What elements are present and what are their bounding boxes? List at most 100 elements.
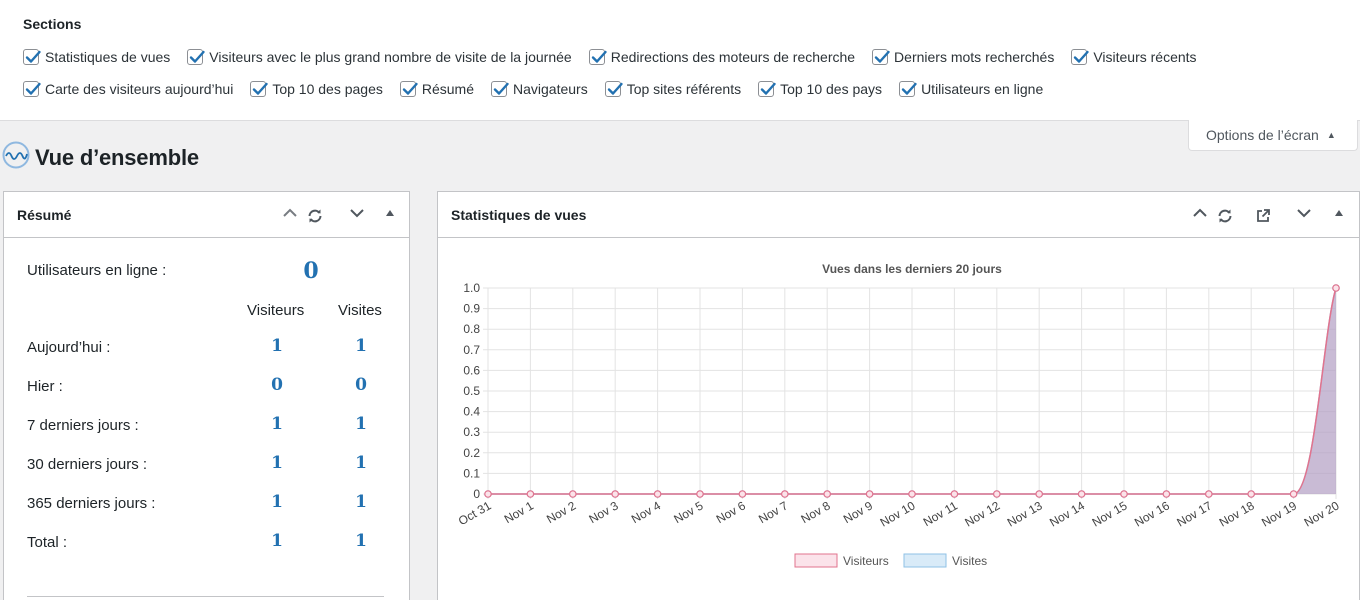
- section-option[interactable]: Top 10 des pages: [250, 81, 383, 97]
- summary-row-label: 30 derniers jours :: [27, 456, 148, 473]
- section-option-label: Navigateurs: [513, 81, 588, 97]
- legend-label: Visites: [952, 554, 987, 568]
- x-tick-label: Nov 1: [502, 498, 536, 526]
- checkbox-checked[interactable]: [588, 49, 607, 65]
- section-option[interactable]: Derniers mots recherchés: [872, 49, 1054, 65]
- section-option-label: Résumé: [421, 81, 474, 97]
- section-option[interactable]: Utilisateurs en ligne: [899, 81, 1043, 97]
- section-option[interactable]: Statistiques de vues: [23, 49, 170, 65]
- section-option[interactable]: Redirections des moteurs de recherche: [588, 49, 856, 65]
- x-tick-label: Nov 19: [1259, 498, 1299, 529]
- visits-column-header: Visites: [338, 302, 382, 319]
- checkbox-checked[interactable]: [23, 49, 41, 65]
- checkbox-checked[interactable]: [872, 49, 890, 65]
- y-tick-label: 0.2: [463, 446, 480, 460]
- visits-value[interactable]: 1: [341, 414, 381, 434]
- checkbox-checked[interactable]: [758, 81, 776, 97]
- x-tick-label: Nov 20: [1302, 498, 1342, 529]
- section-option[interactable]: Résumé: [399, 81, 474, 97]
- visitors-value[interactable]: 1: [257, 336, 297, 356]
- collapse-button[interactable]: [1328, 202, 1350, 224]
- visitors-value[interactable]: 1: [257, 453, 297, 473]
- section-option-label: Redirections des moteurs de recherche: [610, 49, 856, 65]
- data-point: [992, 490, 1001, 498]
- data-point: [526, 490, 535, 498]
- data-point: [569, 490, 577, 498]
- visits-value[interactable]: 0: [341, 375, 381, 395]
- y-tick-label: 0.3: [463, 425, 480, 439]
- summary-divider: [27, 596, 384, 597]
- chevron-up-icon: [1193, 208, 1207, 217]
- visits-value[interactable]: 1: [341, 492, 381, 512]
- visitors-value[interactable]: 1: [257, 414, 297, 434]
- refresh-button[interactable]: [304, 205, 326, 227]
- checkbox-checked[interactable]: [399, 81, 418, 97]
- summary-row-label: Hier :: [27, 378, 63, 395]
- online-users-value[interactable]: 0: [291, 258, 331, 284]
- refresh-button[interactable]: [1214, 205, 1236, 227]
- checkbox-checked[interactable]: [23, 81, 41, 97]
- wave-logo-icon: [2, 141, 30, 174]
- data-point: [1162, 490, 1171, 498]
- x-tick-label: Nov 12: [962, 498, 1002, 529]
- y-tick-label: 0.4: [463, 405, 480, 419]
- checkbox-checked[interactable]: [1071, 49, 1090, 65]
- move-up-button[interactable]: [1189, 202, 1211, 224]
- visitors-value[interactable]: 1: [257, 531, 297, 551]
- visits-value[interactable]: 1: [341, 336, 381, 356]
- checkbox-checked[interactable]: [187, 49, 205, 65]
- section-option[interactable]: Visiteurs avec le plus grand nombre de v…: [187, 49, 572, 65]
- sections-row-2: Carte des visiteurs aujourd’hui Top 10 de…: [23, 81, 1060, 97]
- x-tick-label: Nov 15: [1090, 498, 1130, 529]
- visitors-column-header: Visiteurs: [247, 302, 305, 319]
- refresh-icon: [1218, 209, 1232, 223]
- x-tick-label: Nov 6: [714, 498, 748, 526]
- visitors-value[interactable]: 1: [257, 492, 297, 512]
- visitors-value[interactable]: 0: [257, 375, 297, 395]
- data-point: [1120, 490, 1128, 498]
- triangle-up-icon: [386, 210, 394, 216]
- visits-value[interactable]: 1: [341, 531, 381, 551]
- visits-value[interactable]: 1: [341, 453, 381, 473]
- section-option-label: Top 10 des pages: [272, 81, 383, 97]
- section-option[interactable]: Top 10 des pays: [758, 81, 882, 97]
- sections-row-1: Statistiques de vues Visiteurs avec le pl…: [23, 49, 1214, 65]
- page-heading: Vue d’ensemble: [2, 141, 199, 174]
- summary-title: Résumé: [17, 207, 72, 223]
- y-tick-label: 0: [473, 487, 480, 501]
- x-tick-label: Nov 4: [629, 498, 663, 526]
- y-tick-label: 0.7: [463, 343, 480, 357]
- section-option[interactable]: Visiteurs récents: [1071, 49, 1197, 65]
- online-users-label: Utilisateurs en ligne :: [27, 262, 167, 279]
- sections-title: Sections: [23, 16, 82, 32]
- legend-label: Visiteurs: [843, 554, 889, 568]
- section-option-label: Top 10 des pays: [780, 81, 883, 97]
- section-option-label: Statistiques de vues: [45, 49, 171, 65]
- section-option[interactable]: Navigateurs: [491, 81, 588, 97]
- stats-title: Statistiques de vues: [451, 207, 587, 223]
- data-point: [653, 490, 662, 498]
- data-point: [865, 490, 874, 498]
- section-option[interactable]: Carte des visiteurs aujourd’hui: [23, 81, 233, 97]
- data-point: [1289, 490, 1298, 498]
- legend-swatch: [794, 553, 838, 568]
- x-tick-label: Nov 11: [921, 498, 960, 529]
- checkbox-checked[interactable]: [491, 81, 509, 97]
- y-tick-label: 0.6: [463, 363, 480, 377]
- chevron-down-icon: [350, 209, 364, 218]
- arrow-up-icon: ▲: [1326, 130, 1336, 140]
- collapse-button[interactable]: [379, 202, 401, 224]
- move-down-button[interactable]: [346, 202, 368, 224]
- section-option[interactable]: Top sites référents: [604, 81, 741, 97]
- move-down-button[interactable]: [1293, 202, 1315, 224]
- checkbox-checked[interactable]: [604, 81, 623, 97]
- move-up-button[interactable]: [279, 202, 301, 224]
- x-tick-label: Nov 8: [799, 498, 833, 526]
- x-tick-label: Nov 14: [1047, 498, 1087, 529]
- checkbox-checked[interactable]: [899, 81, 917, 97]
- screen-options-toggle[interactable]: Options de l’écran ▲: [1188, 120, 1358, 151]
- checkbox-checked[interactable]: [250, 81, 269, 97]
- section-option-label: Utilisateurs en ligne: [921, 81, 1044, 97]
- external-link-button[interactable]: [1252, 205, 1274, 227]
- external-link-icon: [1257, 209, 1270, 222]
